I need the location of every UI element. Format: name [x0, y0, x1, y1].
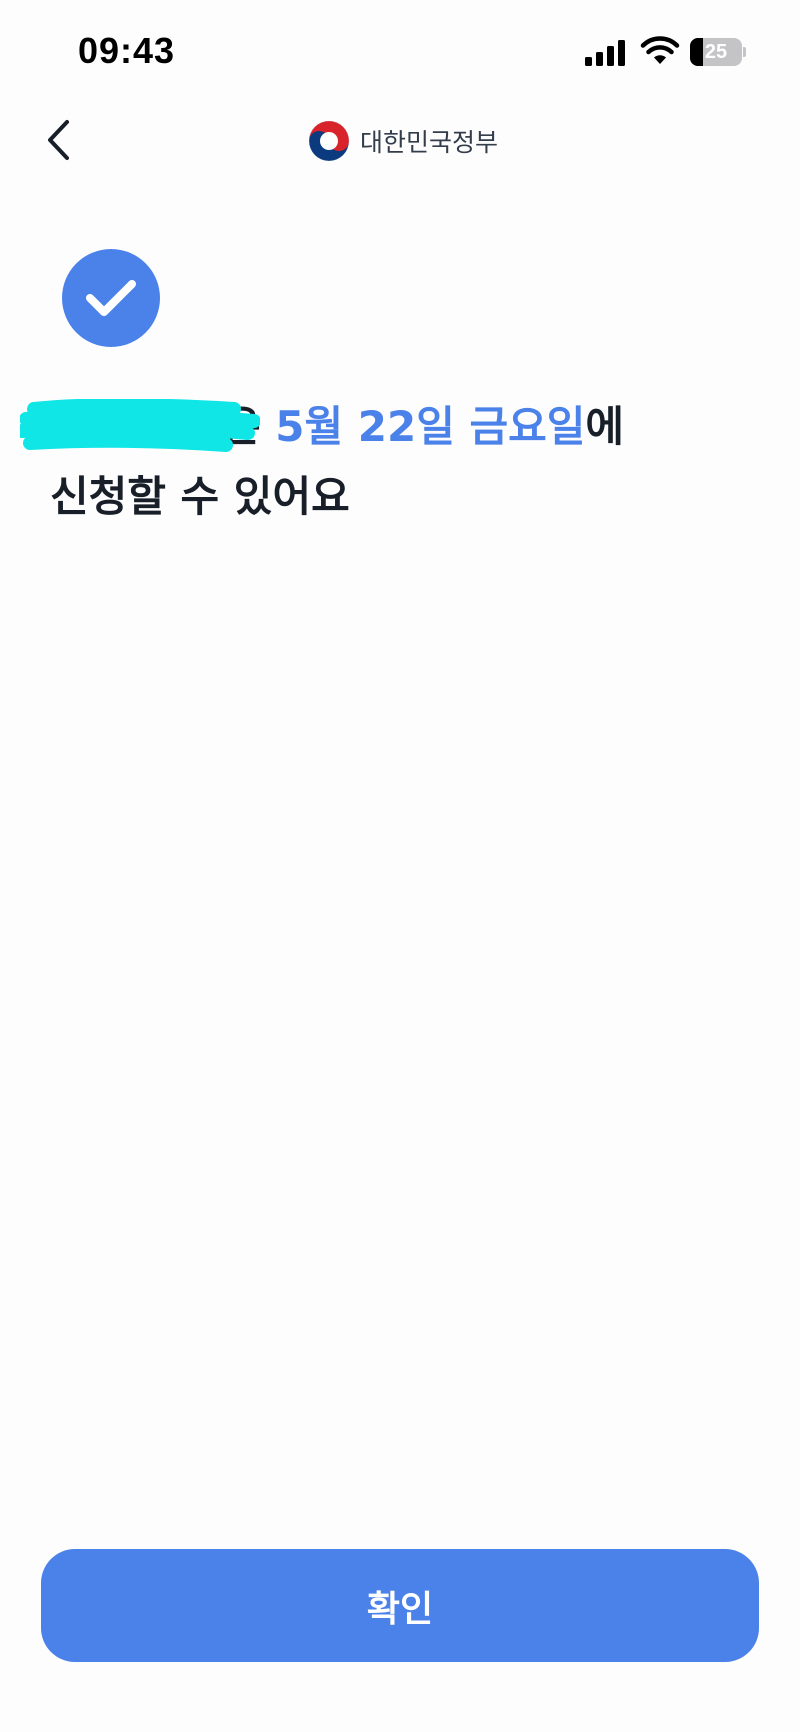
checkmark-icon [86, 280, 136, 316]
battery-indicator: 25 [690, 38, 746, 66]
taegeuk-emblem-icon [308, 120, 350, 162]
headline-line2: 신청할 수 있어요 [50, 472, 350, 521]
battery-body: 25 [690, 38, 742, 66]
headline-line1-tail: 에 [585, 402, 625, 451]
battery-percentage: 25 [704, 41, 728, 63]
chevron-left-icon [48, 120, 69, 160]
wifi-icon [640, 36, 680, 64]
cellular-signal-icon [585, 40, 625, 66]
headline-date: 5월 22일 금요일 [275, 402, 586, 451]
brand-name: 대한민국정부 [360, 128, 499, 157]
navigation-bar: 대한민국정부 [0, 100, 800, 180]
check-circle-icon [62, 249, 160, 347]
result-headline: 은 5월 22일 금요일에 신청할 수 있어요 [20, 392, 750, 532]
redaction-scribble [20, 399, 260, 452]
battery-cap [743, 47, 746, 57]
status-time: 09:43 [78, 30, 176, 71]
confirm-button[interactable]: 확인 [41, 1549, 759, 1662]
brand-header: 대한민국정부 [308, 118, 498, 164]
back-button[interactable] [30, 112, 86, 168]
redacted-name [20, 399, 260, 452]
status-bar: 09:43 25 [0, 0, 800, 100]
